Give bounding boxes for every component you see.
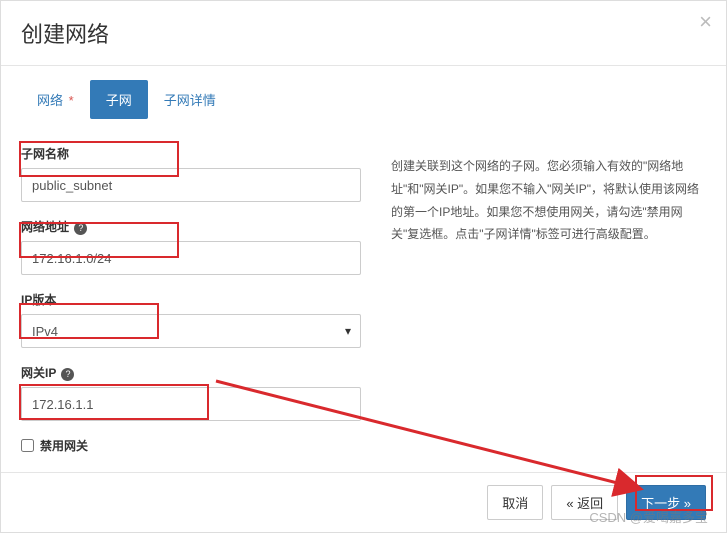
label-network-address: 网络地址 ? [21, 218, 361, 235]
tab-subnet[interactable]: 子网 [90, 80, 148, 119]
tab-subnet-label: 子网 [106, 93, 132, 108]
checkbox-disable-gateway[interactable] [21, 439, 34, 452]
help-icon[interactable]: ? [74, 222, 87, 235]
group-gateway-ip: 网关IP ? [21, 364, 361, 421]
tab-subnet-details[interactable]: 子网详情 [148, 80, 232, 119]
required-mark: * [69, 93, 74, 108]
help-text: 创建关联到这个网络的子网。您必须输入有效的"网络地址"和"网关IP"。如果您不输… [391, 129, 706, 454]
modal-title: 创建网络 [21, 17, 706, 49]
label-network-address-text: 网络地址 [21, 220, 69, 234]
tab-network-label: 网络 [37, 93, 63, 108]
tab-subnet-details-label: 子网详情 [164, 93, 216, 108]
group-subnet-name: 子网名称 [21, 145, 361, 202]
select-ip-version[interactable]: ▾ [21, 314, 361, 348]
tab-network[interactable]: 网络 * [21, 80, 90, 119]
input-gateway-ip[interactable] [21, 387, 361, 421]
label-subnet-name: 子网名称 [21, 145, 361, 162]
modal-header: 创建网络 × [1, 1, 726, 66]
select-ip-version-value[interactable] [21, 314, 361, 348]
group-ip-version: IP版本 ▾ [21, 291, 361, 348]
close-icon[interactable]: × [699, 9, 712, 35]
modal-create-network: 创建网络 × 网络 * 子网 子网详情 子网名称 网络地址 ? [0, 0, 727, 533]
label-ip-version: IP版本 [21, 291, 361, 308]
label-disable-gateway: 禁用网关 [40, 437, 88, 454]
group-disable-gateway: 禁用网关 [21, 437, 361, 454]
modal-body: 子网名称 网络地址 ? IP版本 ▾ 网关IP [1, 119, 726, 473]
input-network-address[interactable] [21, 241, 361, 275]
label-gateway-ip: 网关IP ? [21, 364, 361, 381]
cancel-button[interactable]: 取消 [487, 485, 543, 520]
watermark: CSDN @爱喝嘉多宝 [589, 507, 708, 526]
form-column: 子网名称 网络地址 ? IP版本 ▾ 网关IP [21, 129, 361, 454]
label-gateway-ip-text: 网关IP [21, 366, 56, 380]
group-network-address: 网络地址 ? [21, 218, 361, 275]
help-icon[interactable]: ? [61, 368, 74, 381]
tabs: 网络 * 子网 子网详情 [1, 66, 726, 119]
input-subnet-name[interactable] [21, 168, 361, 202]
